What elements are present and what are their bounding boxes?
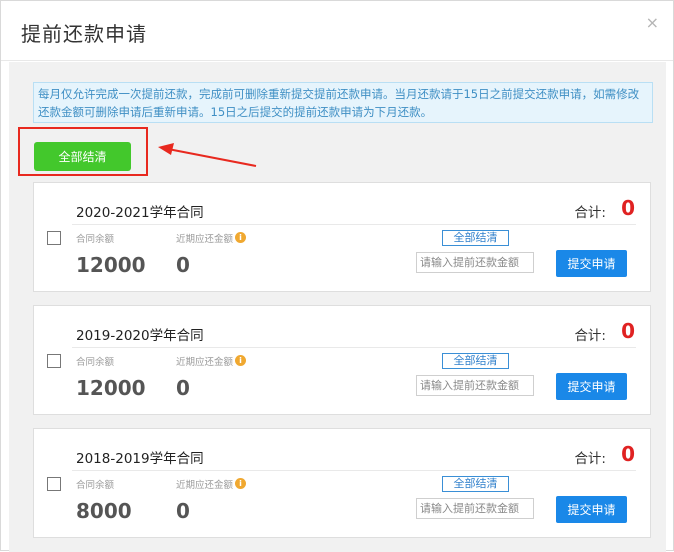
due-label: 近期应还金额	[176, 234, 234, 245]
contract-title: 2018-2019学年合同	[76, 451, 204, 467]
settle-all-button[interactable]: 全部结清	[442, 353, 509, 369]
info-icon[interactable]: i	[235, 478, 247, 489]
due-value: 0	[176, 376, 190, 400]
settle-all-button[interactable]: 全部结清	[442, 230, 509, 246]
contract-checkbox[interactable]	[47, 231, 61, 245]
repayment-dialog: 提前还款申请 × 每月仅允许完成一次提前还款，完成前可删除重新提交提前还款申请。…	[0, 0, 674, 552]
due-label-group: 近期应还金额 i	[176, 354, 247, 368]
card-divider	[72, 470, 636, 471]
card-divider	[72, 347, 636, 348]
submit-application-button[interactable]: 提交申请	[556, 250, 627, 277]
submit-application-button[interactable]: 提交申请	[556, 496, 627, 523]
due-label: 近期应还金额	[176, 357, 234, 368]
close-icon[interactable]: ×	[646, 13, 659, 33]
prepay-amount-input[interactable]	[416, 498, 534, 519]
prepay-amount-input[interactable]	[416, 375, 534, 396]
contract-card: 2019-2020学年合同 合计: 0 合同余额 近期应还金额 i 12000 0…	[33, 305, 651, 415]
total-label: 合计:	[574, 328, 606, 344]
prepay-amount-input[interactable]	[416, 252, 534, 273]
due-value: 0	[176, 499, 190, 523]
highlight-annotation: 全部结清	[18, 127, 148, 176]
annotation-arrow-icon	[158, 143, 257, 167]
contract-checkbox[interactable]	[47, 477, 61, 491]
info-icon[interactable]: i	[235, 355, 247, 366]
total-value: 0	[621, 319, 635, 343]
total-value: 0	[621, 196, 635, 220]
balance-label: 合同余额	[76, 480, 115, 491]
balance-value: 8000	[76, 499, 132, 523]
all-settle-button[interactable]: 全部结清	[34, 142, 131, 171]
submit-application-button[interactable]: 提交申请	[556, 373, 627, 400]
total-label: 合计:	[574, 451, 606, 467]
due-label-group: 近期应还金额 i	[176, 477, 247, 491]
total-label: 合计:	[574, 205, 606, 221]
balance-label: 合同余额	[76, 357, 115, 368]
settle-all-button[interactable]: 全部结清	[442, 476, 509, 492]
balance-value: 12000	[76, 253, 146, 277]
contract-title: 2019-2020学年合同	[76, 328, 204, 344]
contract-card: 2018-2019学年合同 合计: 0 合同余额 近期应还金额 i 8000 0 …	[33, 428, 651, 538]
balance-value: 12000	[76, 376, 146, 400]
contract-checkbox[interactable]	[47, 354, 61, 368]
contract-card: 2020-2021学年合同 合计: 0 合同余额 近期应还金额 i 12000 0…	[33, 182, 651, 292]
dialog-header: 提前还款申请 ×	[1, 1, 673, 61]
balance-label: 合同余额	[76, 234, 115, 245]
info-icon[interactable]: i	[235, 232, 247, 243]
dialog-body: 每月仅允许完成一次提前还款，完成前可删除重新提交提前还款申请。当月还款请于15日…	[9, 62, 666, 552]
dialog-title: 提前还款申请	[21, 22, 147, 46]
contract-title: 2020-2021学年合同	[76, 205, 204, 221]
notice-banner: 每月仅允许完成一次提前还款，完成前可删除重新提交提前还款申请。当月还款请于15日…	[33, 82, 653, 123]
card-divider	[72, 224, 636, 225]
due-label-group: 近期应还金额 i	[176, 231, 247, 245]
due-label: 近期应还金额	[176, 480, 234, 491]
due-value: 0	[176, 253, 190, 277]
total-value: 0	[621, 442, 635, 466]
